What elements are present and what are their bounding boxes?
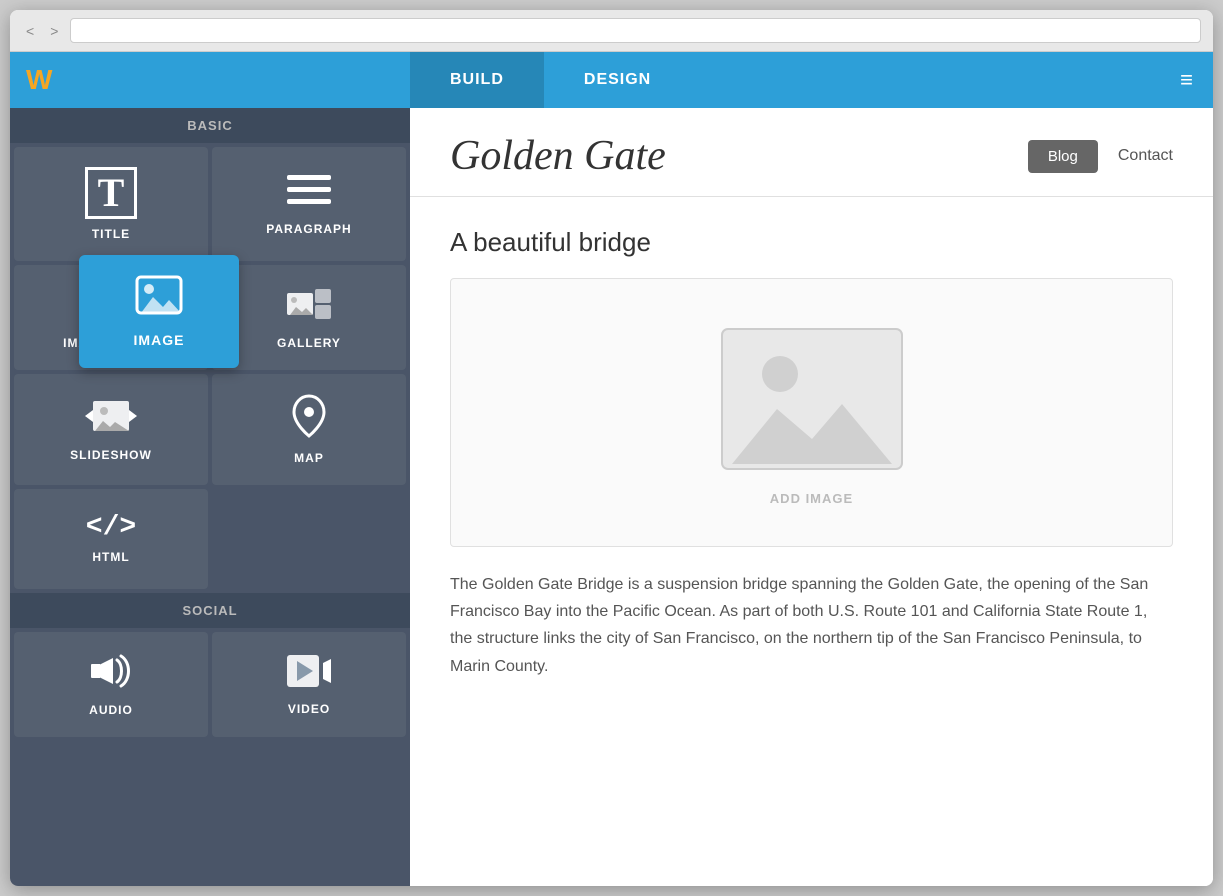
- sidebar-item-title[interactable]: T TITLE: [14, 147, 208, 261]
- app-container: W BUILD DESIGN ≡ BASIC T TITLE: [10, 52, 1213, 886]
- sidebar-item-video-label: VIDEO: [288, 702, 330, 716]
- image-placeholder-svg: [712, 319, 912, 479]
- sidebar-item-paragraph[interactable]: PARAGRAPH: [212, 147, 406, 261]
- video-icon: [287, 653, 331, 694]
- top-nav: W BUILD DESIGN ≡: [10, 52, 1213, 108]
- map-icon: [290, 394, 328, 443]
- gallery-icon: [287, 285, 331, 328]
- browser-chrome: < >: [10, 10, 1213, 52]
- slideshow-icon: [85, 397, 137, 440]
- sidebar-section-basic-label: BASIC: [10, 108, 410, 143]
- page-nav-blog-btn[interactable]: Blog: [1028, 140, 1098, 173]
- sidebar-social-grid: AUDIO VIDEO: [10, 628, 410, 741]
- image-placeholder-container[interactable]: ADD IMAGE: [450, 278, 1173, 547]
- sidebar-item-slideshow-label: SLIDESHOW: [70, 448, 152, 462]
- brand-logo-button[interactable]: W: [26, 64, 52, 96]
- paragraph-icon: [287, 173, 331, 214]
- sidebar-item-audio-label: AUDIO: [89, 703, 133, 717]
- address-bar[interactable]: [70, 18, 1201, 43]
- tab-build[interactable]: BUILD: [410, 52, 544, 108]
- sidebar-item-html[interactable]: </> HTML: [14, 489, 208, 589]
- page-site-title: Golden Gate: [450, 132, 666, 180]
- top-nav-tabs: BUILD DESIGN: [410, 52, 1160, 108]
- sidebar-item-map-label: MAP: [294, 451, 324, 465]
- sidebar-item-gallery[interactable]: GALLERY: [212, 265, 406, 370]
- page-nav: Blog Contact: [1028, 140, 1173, 173]
- sidebar-item-video[interactable]: VIDEO: [212, 632, 406, 737]
- sidebar-item-gallery-label: GALLERY: [277, 336, 341, 350]
- sidebar-basic-grid: T TITLE PARAGRAPH: [10, 143, 410, 593]
- brand-logo-w: W: [26, 64, 52, 95]
- sidebar-item-image-text[interactable]: IMAGE + TEXT IMAGE: [14, 265, 208, 370]
- sidebar: BASIC T TITLE: [10, 108, 410, 886]
- page-content: A beautiful bridge ADD IMAGE The Golden …: [410, 197, 1213, 710]
- add-image-label: ADD IMAGE: [770, 491, 853, 506]
- sidebar-item-html-label: HTML: [92, 550, 129, 564]
- sidebar-item-audio[interactable]: AUDIO: [14, 632, 208, 737]
- sidebar-section-social-label: SOCIAL: [10, 593, 410, 628]
- audio-icon: [89, 652, 133, 695]
- title-icon: T: [85, 167, 137, 219]
- top-nav-brand: W: [10, 64, 410, 96]
- sidebar-item-paragraph-label: PARAGRAPH: [266, 222, 351, 236]
- sidebar-item-title-label: TITLE: [92, 227, 130, 241]
- page-nav-contact-link[interactable]: Contact: [1118, 147, 1173, 165]
- tooltip-image-label: IMAGE: [134, 332, 185, 348]
- browser-back-btn[interactable]: <: [22, 21, 38, 41]
- tooltip-image-icon: [135, 275, 183, 324]
- page-section-title: A beautiful bridge: [450, 227, 1173, 258]
- image-tooltip-popup: IMAGE: [79, 255, 239, 368]
- browser-window: < > W BUILD DESIGN ≡ BASIC: [10, 10, 1213, 886]
- tab-design[interactable]: DESIGN: [544, 52, 691, 108]
- page-preview: Golden Gate Blog Contact A beautiful bri…: [410, 108, 1213, 886]
- browser-forward-btn[interactable]: >: [46, 21, 62, 41]
- page-body-text: The Golden Gate Bridge is a suspension b…: [450, 571, 1173, 680]
- canvas-area: Golden Gate Blog Contact A beautiful bri…: [410, 108, 1213, 886]
- main-area: BASIC T TITLE: [10, 108, 1213, 886]
- hamburger-menu-button[interactable]: ≡: [1160, 52, 1213, 108]
- html-icon: </>: [86, 514, 136, 542]
- page-header: Golden Gate Blog Contact: [410, 108, 1213, 197]
- sidebar-item-slideshow[interactable]: SLIDESHOW: [14, 374, 208, 485]
- sidebar-item-map[interactable]: MAP: [212, 374, 406, 485]
